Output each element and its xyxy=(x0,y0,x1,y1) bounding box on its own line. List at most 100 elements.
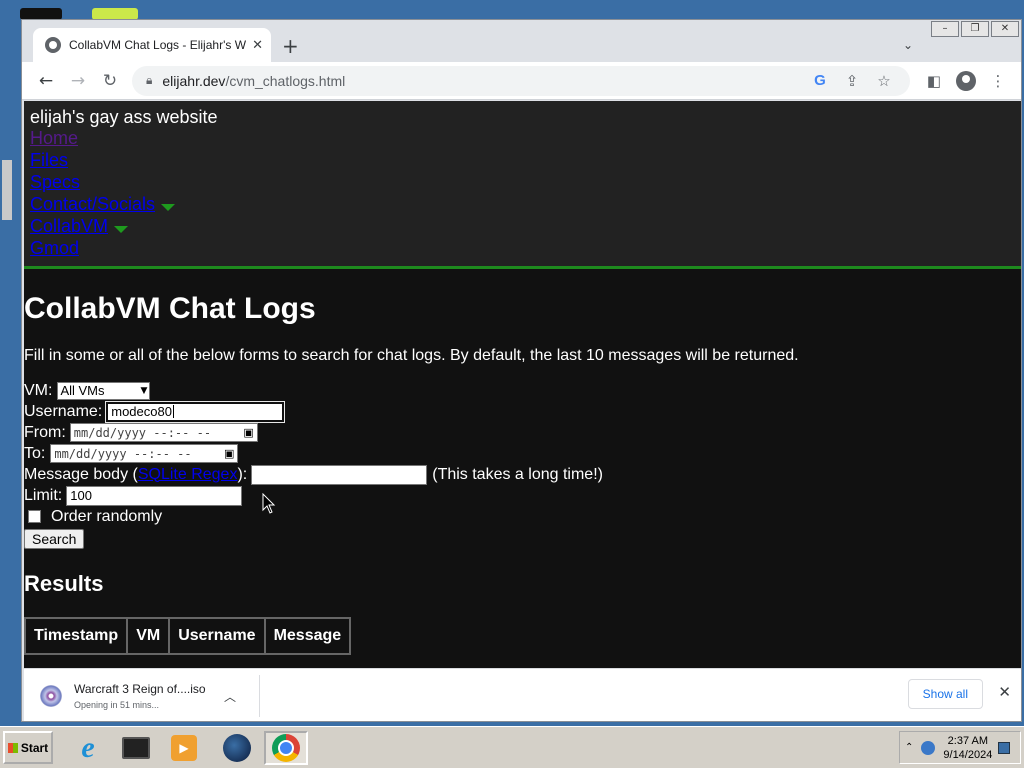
tab-title: CollabVM Chat Logs - Elijahr's Webs xyxy=(69,38,247,52)
to-datetime-input[interactable]: mm/dd/yyyy --:-- -- ▣ xyxy=(50,444,239,463)
nav-link-home[interactable]: Home xyxy=(30,127,1015,149)
results-header-row: Timestamp VM Username Message xyxy=(25,618,351,654)
username-label: Username: xyxy=(24,402,103,420)
site-title: elijah's gay ass website xyxy=(30,107,218,127)
dropdown-caret-icon[interactable] xyxy=(161,204,176,211)
download-status: Opening in 51 mins... xyxy=(74,700,160,710)
show-all-button[interactable]: Show all xyxy=(907,679,983,709)
forward-button[interactable]: → xyxy=(62,67,94,95)
desktop-icon-fragment xyxy=(2,160,12,220)
clock[interactable]: 2:37 AM 9/14/2024 xyxy=(943,734,992,762)
order-randomly-checkbox[interactable] xyxy=(28,510,41,523)
globe-icon xyxy=(223,734,251,762)
browser-toolbar: ← → ↻ 🔒︎ elijahr.dev/cvm_chatlogs.html G… xyxy=(22,62,1021,100)
site-header: elijah's gay ass website Home Files Spec… xyxy=(24,101,1021,269)
message-note: (This takes a long time!) xyxy=(432,465,603,483)
side-panel-icon[interactable]: ◧ xyxy=(918,72,950,90)
message-label-suffix: ): xyxy=(237,465,248,483)
nav-item-contact: Contact/Socials xyxy=(30,193,1015,215)
tab-collabvm-chat-logs[interactable]: CollabVM Chat Logs - Elijahr's Webs ✕ xyxy=(33,28,271,62)
main-content: CollabVM Chat Logs Fill in some or all o… xyxy=(24,291,1021,655)
download-item[interactable]: Warcraft 3 Reign of....iso Opening in 51… xyxy=(38,675,260,717)
from-row: From: mm/dd/yyyy --:-- -- ▣ xyxy=(24,422,1021,443)
menu-kebab-icon[interactable]: ⋮ xyxy=(982,72,1014,90)
show-desktop-icon[interactable] xyxy=(998,741,1011,754)
profile-avatar-icon[interactable] xyxy=(956,70,976,91)
username-input[interactable]: modeco80 xyxy=(105,400,286,423)
results-heading: Results xyxy=(24,571,104,596)
url-path: /cvm_chatlogs.html xyxy=(225,72,346,89)
taskbar-app-internet-explorer[interactable]: e xyxy=(70,731,106,765)
column-header-message: Message xyxy=(264,618,351,654)
nav-link-contact-socials[interactable]: Contact/Socials xyxy=(30,194,155,214)
search-form: VM: All VMs ▼ Username: modeco80 From: m… xyxy=(24,380,1021,549)
browser-window: – ❐ ✕ CollabVM Chat Logs - Elijahr's Web… xyxy=(21,19,1022,722)
disc-image-icon xyxy=(40,685,62,707)
taskbar-app-media-player[interactable]: ▶ xyxy=(166,731,202,765)
from-date-placeholder: mm/dd/yyyy --:-- -- xyxy=(73,425,212,440)
url-text[interactable]: elijahr.dev/cvm_chatlogs.html xyxy=(162,73,804,89)
tab-strip: CollabVM Chat Logs - Elijahr's Webs ✕ + … xyxy=(22,20,1021,62)
limit-value: 100 xyxy=(70,488,92,503)
clock-date: 9/14/2024 xyxy=(943,748,993,761)
nav-link-specs[interactable]: Specs xyxy=(30,171,1015,193)
bookmark-star-icon[interactable]: ☆ xyxy=(868,72,900,90)
limit-row: Limit: 100 xyxy=(24,485,1021,506)
google-lens-icon[interactable]: G xyxy=(804,72,836,89)
windows-logo-icon xyxy=(7,742,18,753)
mouse-cursor xyxy=(262,493,276,514)
results-table: Timestamp VM Username Message xyxy=(24,617,352,655)
column-header-username: Username xyxy=(169,618,265,654)
chevron-up-icon[interactable]: ︿ xyxy=(224,688,236,705)
taskbar-app-computer[interactable] xyxy=(118,731,154,765)
vm-select-value: All VMs xyxy=(60,383,105,398)
close-tab-icon[interactable]: ✕ xyxy=(252,38,263,53)
tab-search-chevron-icon[interactable]: ⌄ xyxy=(903,38,913,52)
lock-icon[interactable]: 🔒︎ xyxy=(146,73,152,88)
reload-button[interactable]: ↻ xyxy=(94,67,126,95)
share-icon[interactable]: ⇪ xyxy=(836,72,868,90)
calendar-icon[interactable]: ▣ xyxy=(243,426,253,439)
address-bar[interactable]: 🔒︎ elijahr.dev/cvm_chatlogs.html G ⇪ ☆ xyxy=(132,65,910,96)
taskbar-app-globe[interactable] xyxy=(219,731,255,765)
taskbar-app-chrome[interactable] xyxy=(264,731,308,765)
globe-icon xyxy=(45,37,61,53)
to-row: To: mm/dd/yyyy --:-- -- ▣ xyxy=(24,443,1021,464)
search-row: Search xyxy=(24,528,1021,549)
column-header-timestamp: Timestamp xyxy=(25,618,128,654)
start-button[interactable]: Start xyxy=(3,731,53,764)
download-bar: Warcraft 3 Reign of....iso Opening in 51… xyxy=(24,668,1021,721)
monitor-icon xyxy=(122,737,150,759)
page-title: CollabVM Chat Logs xyxy=(24,292,316,325)
username-value: modeco80 xyxy=(111,404,172,419)
vm-select[interactable]: All VMs ▼ xyxy=(57,381,151,400)
close-download-bar-icon[interactable]: ✕ xyxy=(998,683,1011,701)
chrome-icon xyxy=(272,734,300,762)
intro-text: Fill in some or all of the below forms t… xyxy=(24,347,799,364)
media-player-icon: ▶ xyxy=(171,735,197,761)
to-label: To: xyxy=(24,444,46,462)
search-button[interactable]: Search xyxy=(24,528,85,549)
limit-label: Limit: xyxy=(24,486,63,504)
dropdown-caret-icon[interactable] xyxy=(114,226,129,233)
new-tab-button[interactable]: + xyxy=(282,34,299,58)
message-body-input[interactable] xyxy=(251,464,428,485)
to-date-placeholder: mm/dd/yyyy --:-- -- xyxy=(54,446,192,461)
clock-time: 2:37 AM xyxy=(947,734,989,747)
limit-input[interactable]: 100 xyxy=(66,485,243,506)
nav-link-gmod[interactable]: Gmod xyxy=(30,237,1015,259)
network-status-icon[interactable] xyxy=(921,740,936,755)
sqlite-regex-link[interactable]: SQLite Regex xyxy=(138,466,238,484)
download-file-name: Warcraft 3 Reign of....iso xyxy=(74,682,206,696)
nav-link-collabvm[interactable]: CollabVM xyxy=(30,216,108,236)
column-header-vm: VM xyxy=(127,618,170,654)
from-datetime-input[interactable]: mm/dd/yyyy --:-- -- ▣ xyxy=(69,423,258,442)
show-hidden-icons-chevron-icon[interactable]: ⌃ xyxy=(905,742,913,753)
nav-link-files[interactable]: Files xyxy=(30,149,1015,171)
web-page: elijah's gay ass website Home Files Spec… xyxy=(24,101,1021,668)
start-label: Start xyxy=(20,740,49,755)
back-button[interactable]: ← xyxy=(30,67,62,95)
calendar-icon[interactable]: ▣ xyxy=(224,447,234,460)
message-label-prefix: Message body ( xyxy=(24,465,138,483)
username-row: Username: modeco80 xyxy=(24,400,1021,423)
